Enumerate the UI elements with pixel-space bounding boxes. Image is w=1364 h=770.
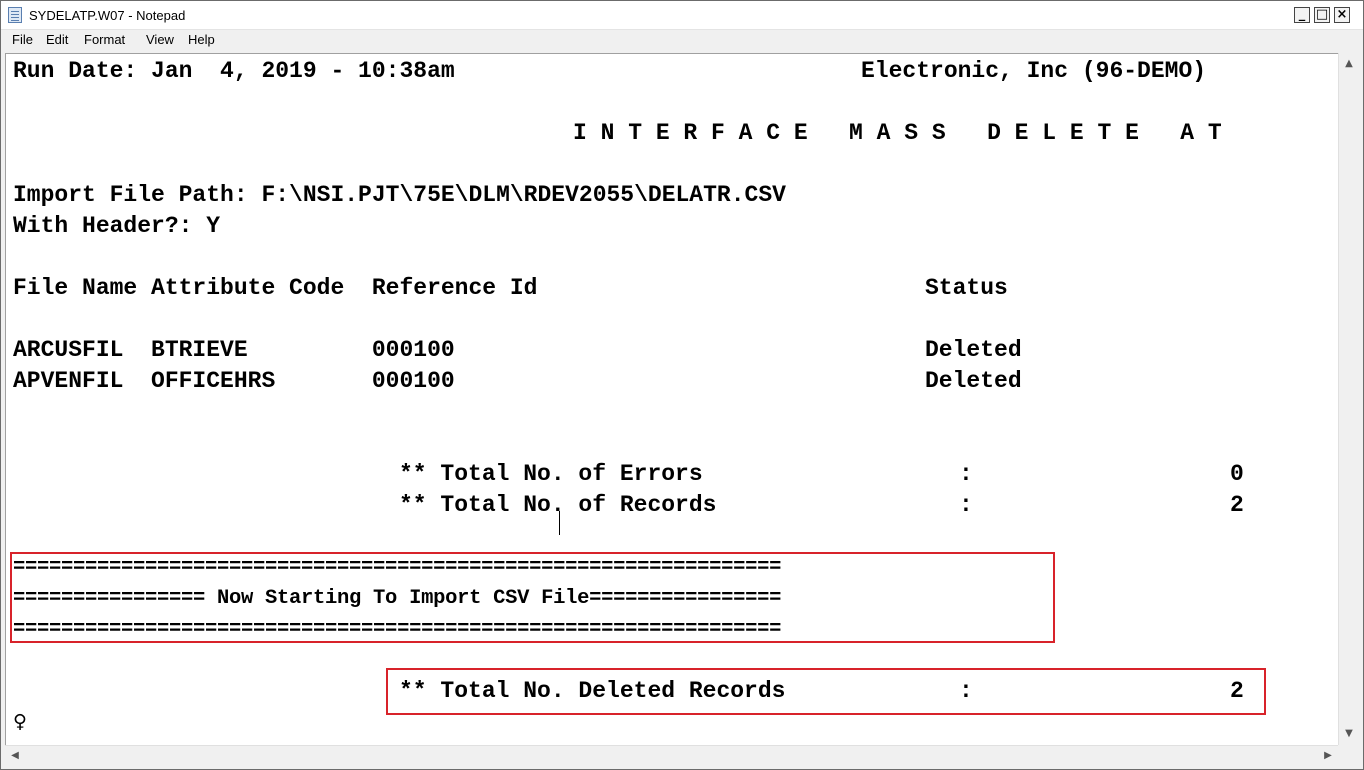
minimize-button[interactable]: _ [1294, 7, 1310, 23]
vertical-scrollbar[interactable]: ▲ ▼ [1338, 53, 1360, 745]
maximize-button[interactable]: □ [1314, 7, 1330, 23]
scroll-up-arrow-icon[interactable]: ▲ [1340, 55, 1358, 73]
eof-marker: ♀ [13, 709, 27, 735]
record-row: APVENFIL OFFICEHRS 000100 [13, 368, 455, 394]
total-records-value: 2 [1230, 492, 1244, 518]
report-title: I N T E R F A C E M A S S D E L E T E A … [573, 120, 1222, 146]
run-date-line: Run Date: Jan 4, 2019 - 10:38am [13, 58, 455, 84]
horizontal-scrollbar[interactable]: ◀ ▶ [5, 745, 1338, 766]
text-editor[interactable]: Run Date: Jan 4, 2019 - 10:38am Electron… [5, 53, 1338, 746]
menu-edit[interactable]: Edit [46, 32, 68, 47]
total-errors-label: ** Total No. of Errors [399, 461, 703, 487]
window-title: SYDELATP.W07 - Notepad [29, 8, 186, 23]
record-row: ARCUSFIL BTRIEVE 000100 [13, 337, 455, 363]
notepad-window: SYDELATP.W07 - Notepad _ □ × File Edit F… [0, 0, 1364, 770]
status-column-header: Status [925, 275, 1008, 301]
scroll-down-arrow-icon[interactable]: ▼ [1340, 725, 1358, 743]
close-button[interactable]: × [1334, 7, 1350, 23]
record-status: Deleted [925, 368, 1022, 394]
notepad-icon [8, 7, 22, 23]
total-records-colon: : [959, 492, 973, 518]
company-name: Electronic, Inc (96-DEMO) [861, 58, 1207, 84]
title-bar[interactable]: SYDELATP.W07 - Notepad _ □ × [1, 1, 1363, 30]
with-header-line: With Header?: Y [13, 213, 221, 239]
column-headers: File Name Attribute Code Reference Id [13, 275, 538, 301]
scroll-left-arrow-icon[interactable]: ◀ [6, 747, 24, 765]
menu-help[interactable]: Help [188, 32, 215, 47]
menu-view[interactable]: View [146, 32, 174, 47]
scroll-right-arrow-icon[interactable]: ▶ [1319, 747, 1337, 765]
total-errors-colon: : [959, 461, 973, 487]
menu-file[interactable]: File [12, 32, 33, 47]
total-records-label: ** Total No. of Records [399, 492, 717, 518]
total-errors-value: 0 [1230, 461, 1244, 487]
import-file-path-line: Import File Path: F:\NSI.PJT\75E\DLM\RDE… [13, 182, 786, 208]
banner-highlight-box [10, 552, 1055, 643]
deleted-total-highlight-box [386, 668, 1266, 715]
menu-format[interactable]: Format [84, 32, 125, 47]
size-grip [1338, 745, 1359, 765]
menu-bar: File Edit Format View Help [1, 30, 1363, 51]
record-status: Deleted [925, 337, 1022, 363]
text-caret [559, 511, 560, 535]
